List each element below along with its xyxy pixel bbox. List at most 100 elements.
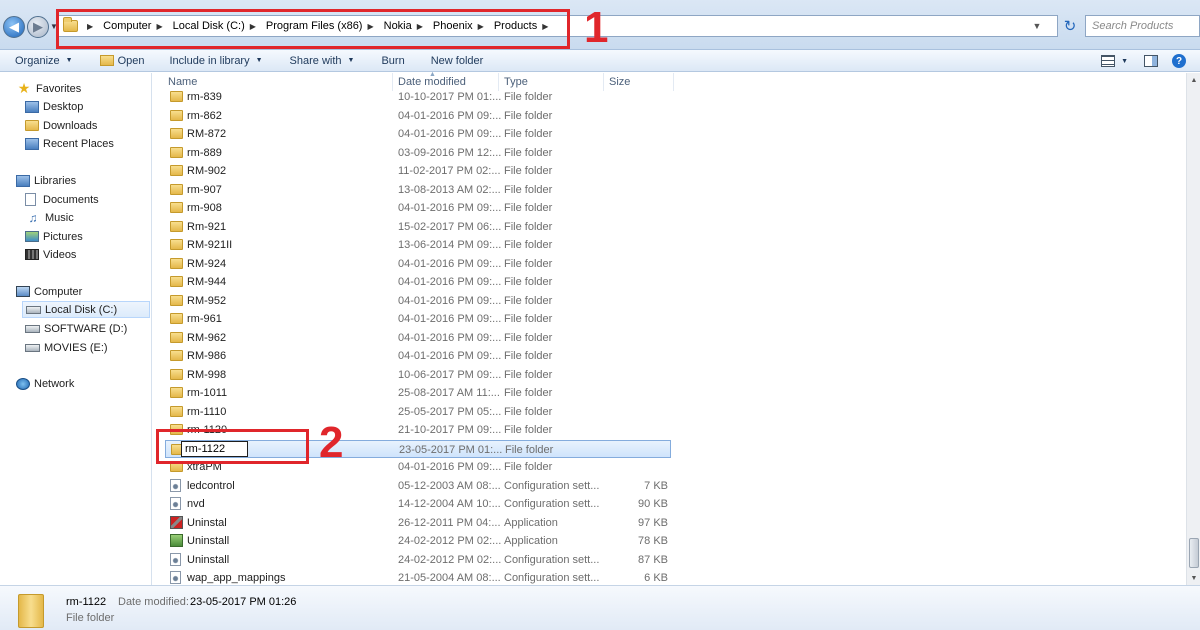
file-row[interactable]: rm-839 10-10-2017 PM 01:... File folder: [153, 91, 673, 106]
file-row[interactable]: nvd 14-12-2004 AM 10:... Configuration set…: [153, 495, 673, 513]
file-row[interactable]: rm-961 04-01-2016 PM 09:... File folder: [153, 310, 673, 328]
file-row[interactable]: RM-921II 13-06-2014 PM 09:... File folder: [153, 236, 673, 254]
folder-icon: [170, 165, 183, 176]
documents-icon: [25, 193, 36, 206]
file-row[interactable]: RM-962 04-01-2016 PM 09:... File folder: [153, 329, 673, 347]
search-input[interactable]: Search Products: [1085, 15, 1200, 37]
file-type: File folder: [504, 313, 553, 325]
include-label: Include in library: [169, 54, 250, 67]
include-in-library-button[interactable]: Include in library ▼: [170, 55, 263, 67]
nav-pictures[interactable]: Pictures: [25, 228, 83, 245]
nav-recent-places[interactable]: Recent Places: [25, 135, 114, 152]
nav-desktop[interactable]: Desktop: [25, 98, 83, 115]
share-with-button[interactable]: Share with ▼: [290, 55, 355, 67]
file-row[interactable]: wap_app_mappings 21-05-2004 AM 08:... Conf…: [153, 569, 673, 585]
folder-icon: [170, 276, 183, 287]
nav-local-disk[interactable]: Local Disk (C:): [22, 301, 150, 318]
file-name: rm-1110: [187, 405, 227, 418]
scrollbar-thumb[interactable]: [1189, 538, 1199, 568]
burn-label: Burn: [381, 54, 405, 67]
folder-icon: [170, 128, 183, 139]
nav-documents[interactable]: Documents: [25, 191, 99, 208]
annotation-number-2: 2: [319, 418, 344, 467]
file-name: nvd: [187, 498, 205, 510]
star-icon: ★: [17, 80, 31, 96]
column-headers: ▲ Name Date modified Type Size: [153, 71, 1186, 91]
column-type[interactable]: Type: [504, 76, 528, 88]
open-button[interactable]: Open: [99, 55, 145, 67]
file-row[interactable]: Uninstal 26-12-2011 PM 04:... Application 9…: [153, 514, 673, 532]
nav-label: Downloads: [43, 119, 98, 132]
column-size[interactable]: Size: [609, 76, 630, 88]
nav-music[interactable]: ♫ Music: [25, 209, 74, 226]
file-row[interactable]: RM-902 11-02-2017 PM 02:... File folder: [153, 162, 673, 180]
file-size: 7 KB: [644, 479, 668, 492]
back-button[interactable]: ◀: [3, 16, 25, 38]
new-folder-button[interactable]: New folder: [431, 55, 484, 67]
settings-icon: [170, 497, 181, 510]
file-date: 03-09-2016 PM 12:...: [398, 146, 502, 159]
burn-button[interactable]: Burn: [381, 55, 404, 67]
organize-button[interactable]: Organize ▼: [15, 55, 73, 67]
chevron-down-icon[interactable]: ▼: [1121, 58, 1128, 65]
nav-favorites[interactable]: ★ Favorites: [16, 80, 82, 97]
view-options-icon[interactable]: [1101, 55, 1116, 67]
file-type: Configuration sett...: [504, 572, 600, 584]
file-row[interactable]: RM-944 04-01-2016 PM 09:... File folder: [153, 273, 673, 291]
nav-software-drive[interactable]: SOFTWARE (D:): [25, 320, 127, 337]
scroll-up-icon[interactable]: ▲: [1187, 73, 1200, 87]
file-type: File folder: [504, 368, 553, 381]
file-date: 23-05-2017 PM 01:...: [399, 443, 503, 456]
file-row[interactable]: Uninstall 24-02-2012 PM 02:... Application…: [153, 532, 673, 550]
column-divider[interactable]: [498, 73, 499, 91]
column-divider[interactable]: [673, 73, 674, 91]
column-name[interactable]: Name: [168, 76, 197, 88]
file-date: 04-01-2016 PM 09:...: [398, 331, 502, 344]
nav-downloads[interactable]: Downloads: [25, 117, 97, 134]
nav-movies-drive[interactable]: MOVIES (E:): [25, 339, 108, 356]
help-icon[interactable]: ?: [1172, 54, 1186, 68]
file-row[interactable]: rm-1011 25-08-2017 AM 11:... File folder: [153, 384, 673, 402]
file-row[interactable]: RM-872 04-01-2016 PM 09:... File folder: [153, 125, 673, 143]
file-row[interactable]: rm-907 13-08-2013 AM 02:... File folder: [153, 181, 673, 199]
network-icon: [16, 377, 30, 390]
file-type: File folder: [504, 165, 553, 177]
file-row[interactable]: rm-862 04-01-2016 PM 09:... File folder: [153, 107, 673, 125]
file-date: 21-10-2017 PM 09:...: [398, 424, 502, 436]
file-row[interactable]: RM-924 04-01-2016 PM 09:... File folder: [153, 255, 673, 273]
column-date-modified[interactable]: Date modified: [398, 76, 466, 88]
file-row[interactable]: RM-998 10-06-2017 PM 09:... File folder: [153, 366, 673, 384]
refresh-icon[interactable]: ↻: [1060, 15, 1080, 37]
file-date: 21-05-2004 AM 08:...: [398, 572, 501, 584]
nav-videos[interactable]: Videos: [25, 246, 76, 263]
column-divider[interactable]: [603, 73, 604, 91]
nav-libraries[interactable]: Libraries: [16, 172, 76, 189]
app-icon: [170, 515, 183, 529]
address-history-dropdown-icon[interactable]: ▼: [1033, 21, 1042, 31]
details-name: rm-1122: [66, 596, 107, 608]
nav-label: Desktop: [43, 100, 84, 113]
file-row[interactable]: rm-889 03-09-2016 PM 12:... File folder: [153, 144, 673, 162]
column-divider[interactable]: [392, 73, 393, 91]
nav-label: SOFTWARE (D:): [44, 322, 128, 335]
folder-icon: [170, 239, 183, 250]
file-date: 04-01-2016 PM 09:...: [398, 257, 502, 270]
forward-button[interactable]: ▶: [27, 16, 49, 38]
file-row[interactable]: ledcontrol 05-12-2003 AM 08:... Configurat…: [153, 477, 673, 495]
nav-computer[interactable]: Computer: [16, 283, 82, 300]
file-name: RM-986: [187, 350, 227, 362]
scroll-down-icon[interactable]: ▼: [1187, 571, 1200, 585]
file-row[interactable]: Rm-921 15-02-2017 PM 06:... File folder: [153, 218, 673, 236]
file-row[interactable]: rm-908 04-01-2016 PM 09:... File folder: [153, 199, 673, 217]
file-row[interactable]: RM-952 04-01-2016 PM 09:... File folder: [153, 292, 673, 310]
file-date: 13-08-2013 AM 02:...: [398, 183, 501, 196]
settings-icon: [170, 552, 181, 566]
preview-pane-icon[interactable]: [1144, 55, 1158, 67]
file-row[interactable]: Uninstall 24-02-2012 PM 02:... Configurati…: [153, 551, 673, 569]
file-date: 26-12-2011 PM 04:...: [398, 516, 501, 529]
nav-network[interactable]: Network: [16, 375, 74, 392]
vertical-scrollbar[interactable]: ▲ ▼: [1186, 73, 1200, 585]
nav-label: MOVIES (E:): [44, 341, 108, 354]
file-row[interactable]: RM-986 04-01-2016 PM 09:... File folder: [153, 347, 673, 365]
file-row[interactable]: rm-1110 25-05-2017 PM 05:... File folder: [153, 403, 673, 421]
